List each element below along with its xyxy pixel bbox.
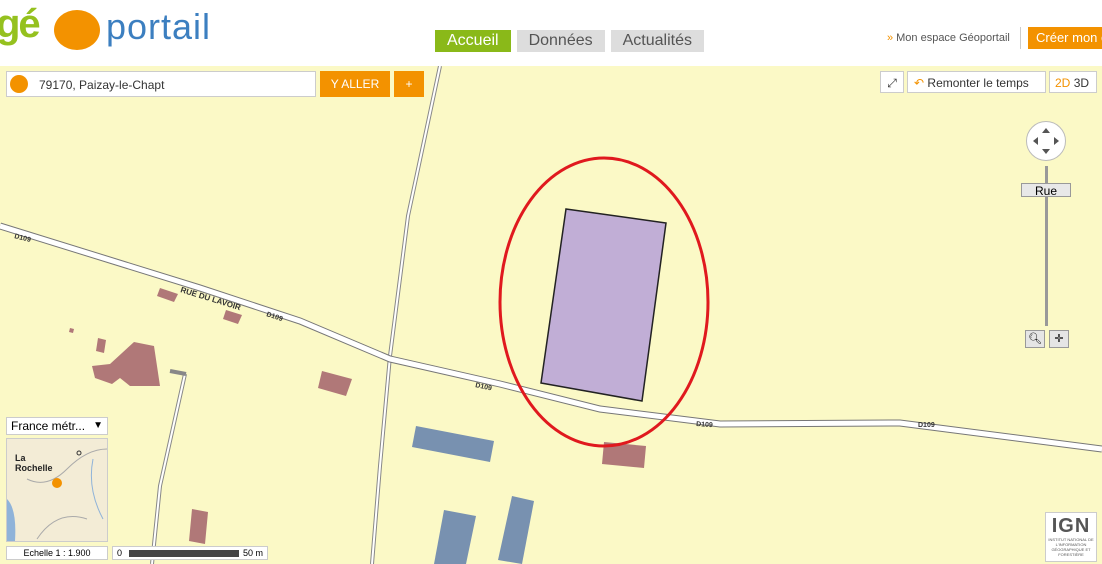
zoom-level-label[interactable]: Rue: [1021, 183, 1071, 198]
road-label-d109-5: D109: [918, 422, 935, 429]
minimap-canvas: La Rochelle: [7, 448, 107, 541]
road-label-d109-4: D109: [696, 421, 713, 429]
logo-geo-text: gé: [0, 2, 41, 46]
map-canvas: D109 RUE DU LAVOIR D109 D109 D109 D109: [0, 66, 1102, 564]
scale-start-label: 0: [117, 548, 123, 558]
logo-o-shape: [54, 10, 100, 50]
ign-tagline: INSTITUT NATIONAL DE L'INFORMATION GÉOGR…: [1048, 537, 1094, 557]
go-button[interactable]: Y ALLER: [320, 71, 390, 97]
scale-ratio: Echelle 1 : 1.900: [6, 546, 108, 560]
search-box: [6, 71, 316, 97]
logo-portail-text: portail: [106, 6, 212, 47]
minimap-place-label: La: [15, 453, 26, 463]
header: gé portail Accueil Données Actualités » M…: [0, 0, 1102, 66]
search-input[interactable]: [37, 74, 311, 96]
geoportail-logo[interactable]: gé portail: [0, 2, 230, 52]
header-divider: [1020, 27, 1021, 49]
ign-logo-text: IGN: [1051, 515, 1091, 537]
highlighted-parcel: [540, 208, 667, 402]
mode-2d-button[interactable]: 2D: [1055, 76, 1070, 90]
scale-bar: 0 50 m: [112, 546, 268, 560]
ign-logo[interactable]: IGN INSTITUT NATIONAL DE L'INFORMATION G…: [1045, 512, 1097, 562]
main-nav: Accueil Données Actualités: [435, 30, 704, 52]
map-viewport[interactable]: D109 RUE DU LAVOIR D109 D109 D109 D109 7…: [0, 66, 1102, 564]
time-travel-label: Remonter le temps: [927, 76, 1029, 90]
crosshair-icon: ✛: [1054, 333, 1064, 345]
mon-espace-label: Mon espace Géoportail: [896, 32, 1010, 44]
chevron-right-icon: »: [887, 32, 894, 44]
scale-end-label: 50 m: [243, 548, 264, 558]
time-travel-button[interactable]: ↶ Remonter le temps: [907, 71, 1046, 93]
fullscreen-icon: ⤢: [887, 76, 897, 90]
magnifier-icon: 🔍︎: [1028, 333, 1042, 345]
view-mode-toggle: 2D 3D: [1049, 71, 1097, 93]
territory-select[interactable]: France métr... ▼: [6, 417, 108, 435]
pan-control[interactable]: [1026, 121, 1066, 161]
center-button[interactable]: ✛: [1049, 330, 1069, 348]
buildings-blue: [412, 426, 534, 564]
mon-espace-link[interactable]: » Mon espace Géoportail: [887, 32, 1010, 44]
territory-value: France métr...: [11, 419, 86, 433]
add-button[interactable]: +: [394, 71, 424, 97]
scale-bar-graphic: [129, 550, 239, 557]
minor-road: [370, 66, 442, 564]
tab-actualites[interactable]: Actualités: [610, 30, 704, 52]
dropdown-arrow-icon: ▼: [93, 420, 103, 431]
overview-minimap[interactable]: La Rochelle: [6, 438, 108, 542]
undo-arrow-icon: ↶: [914, 76, 925, 90]
fullscreen-button[interactable]: ⤢: [880, 71, 904, 93]
svg-text:Rochelle: Rochelle: [15, 463, 53, 473]
zoom-box-button[interactable]: 🔍︎: [1025, 330, 1045, 348]
minor-road-west: [150, 373, 187, 564]
mode-3d-button[interactable]: 3D: [1074, 76, 1089, 90]
locate-icon[interactable]: [10, 75, 28, 93]
tab-accueil[interactable]: Accueil: [435, 30, 511, 52]
create-account-button[interactable]: Créer mon e: [1028, 27, 1102, 49]
pan-arrows-icon: [1033, 128, 1059, 154]
tab-donnees[interactable]: Données: [516, 30, 605, 52]
